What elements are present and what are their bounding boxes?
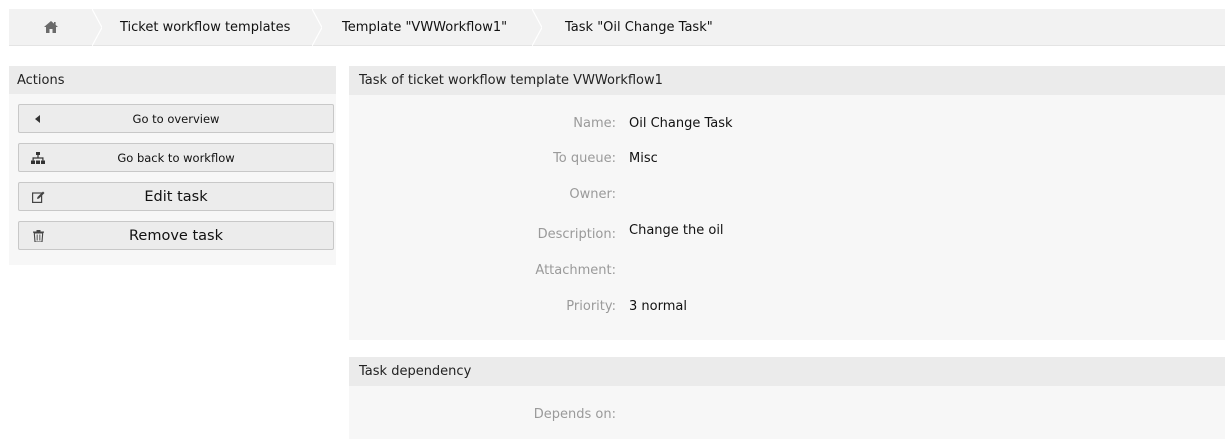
- edit-task-button[interactable]: Edit task: [18, 182, 334, 211]
- field-name: Name: Oil Change Task: [349, 116, 1225, 136]
- field-label: Depends on:: [533, 407, 616, 422]
- button-label: Remove task: [129, 227, 223, 244]
- task-details-panel: Task of ticket workflow template VWWorkf…: [349, 66, 1225, 340]
- field-value: Change the oil: [629, 223, 724, 238]
- task-dependency-panel: Task dependency Depends on:: [349, 357, 1225, 439]
- trash-icon: [31, 229, 45, 243]
- field-value: Misc: [629, 151, 658, 166]
- caret-left-icon: [31, 112, 45, 126]
- field-attachment: Attachment:: [349, 263, 1225, 283]
- breadcrumb-item-label: Task "Oil Change Task": [565, 19, 713, 35]
- field-depends-on: Depends on:: [349, 407, 1225, 427]
- breadcrumb-item-label: Ticket workflow templates: [120, 19, 291, 35]
- go-to-overview-button[interactable]: Go to overview: [18, 104, 334, 133]
- field-label: Attachment:: [535, 263, 616, 278]
- breadcrumb-item-workflow-templates[interactable]: Ticket workflow templates: [92, 8, 322, 46]
- field-label: Description:: [537, 227, 616, 242]
- dependency-panel-title: Task dependency: [349, 357, 1225, 386]
- field-queue: To queue: Misc: [349, 151, 1225, 171]
- button-label: Edit task: [144, 188, 208, 205]
- field-label: To queue:: [553, 151, 616, 166]
- actions-title: Actions: [9, 66, 336, 94]
- breadcrumb-separator: [312, 8, 322, 46]
- actions-sidebar: Actions Go to overview Go back to workfl…: [9, 66, 336, 265]
- field-description: Description: Change the oil: [349, 223, 1225, 243]
- go-back-to-workflow-button[interactable]: Go back to workflow: [18, 143, 334, 172]
- breadcrumb-item-label: Template "VWWorkflow1": [342, 19, 508, 35]
- breadcrumb: Ticket workflow templates Template "VWWo…: [9, 8, 1225, 46]
- field-label: Owner:: [569, 187, 616, 202]
- remove-task-button[interactable]: Remove task: [18, 221, 334, 250]
- field-label: Priority:: [566, 299, 616, 314]
- field-value: 3 normal: [629, 299, 687, 314]
- breadcrumb-separator: [532, 8, 542, 46]
- breadcrumb-separator: [92, 8, 102, 46]
- field-value: Oil Change Task: [629, 116, 733, 131]
- breadcrumb-item-template[interactable]: Template "VWWorkflow1": [312, 8, 542, 46]
- button-label: Go to overview: [132, 111, 220, 126]
- breadcrumb-item-task[interactable]: Task "Oil Change Task": [532, 9, 733, 46]
- edit-icon: [31, 190, 45, 204]
- field-label: Name:: [573, 116, 616, 131]
- sitemap-icon: [31, 151, 45, 165]
- field-priority: Priority: 3 normal: [349, 299, 1225, 319]
- button-label: Go back to workflow: [117, 150, 235, 165]
- breadcrumb-home[interactable]: [9, 8, 102, 46]
- home-icon: [43, 21, 58, 33]
- field-owner: Owner:: [349, 187, 1225, 207]
- task-panel-title: Task of ticket workflow template VWWorkf…: [349, 66, 1225, 95]
